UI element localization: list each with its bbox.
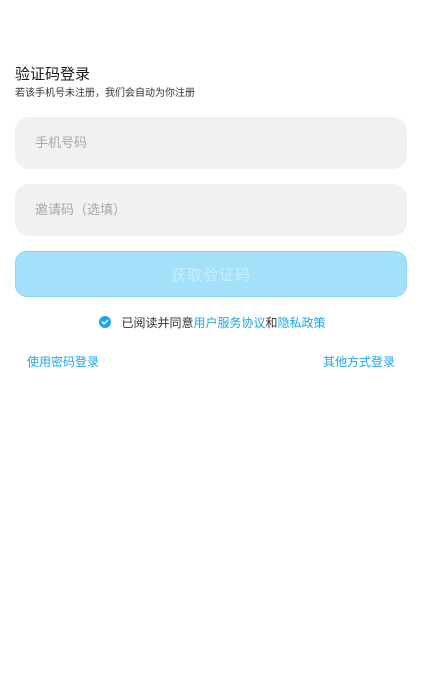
get-code-button[interactable]: 获取验证码 [15, 251, 407, 297]
service-agreement-link[interactable]: 用户服务协议 [193, 314, 265, 331]
agreement-text: 已阅读并同意 [121, 315, 194, 330]
password-login-link[interactable]: 使用密码登录 [27, 353, 99, 370]
page-title: 验证码登录 [15, 65, 91, 83]
invite-code-input[interactable] [15, 184, 407, 236]
agreement-row: 已阅读并同意 用户服务协议和隐私政策 [0, 312, 425, 332]
phone-input[interactable] [15, 117, 407, 169]
agreement-and-text: 和 [265, 315, 278, 330]
page-subtitle: 若该手机号未注册，我们会自动为你注册 [15, 88, 195, 99]
privacy-policy-link[interactable]: 隐私政策 [278, 314, 326, 331]
agreement-checkbox[interactable] [99, 316, 112, 328]
check-icon [102, 319, 109, 325]
other-login-link[interactable]: 其他方式登录 [323, 353, 395, 370]
